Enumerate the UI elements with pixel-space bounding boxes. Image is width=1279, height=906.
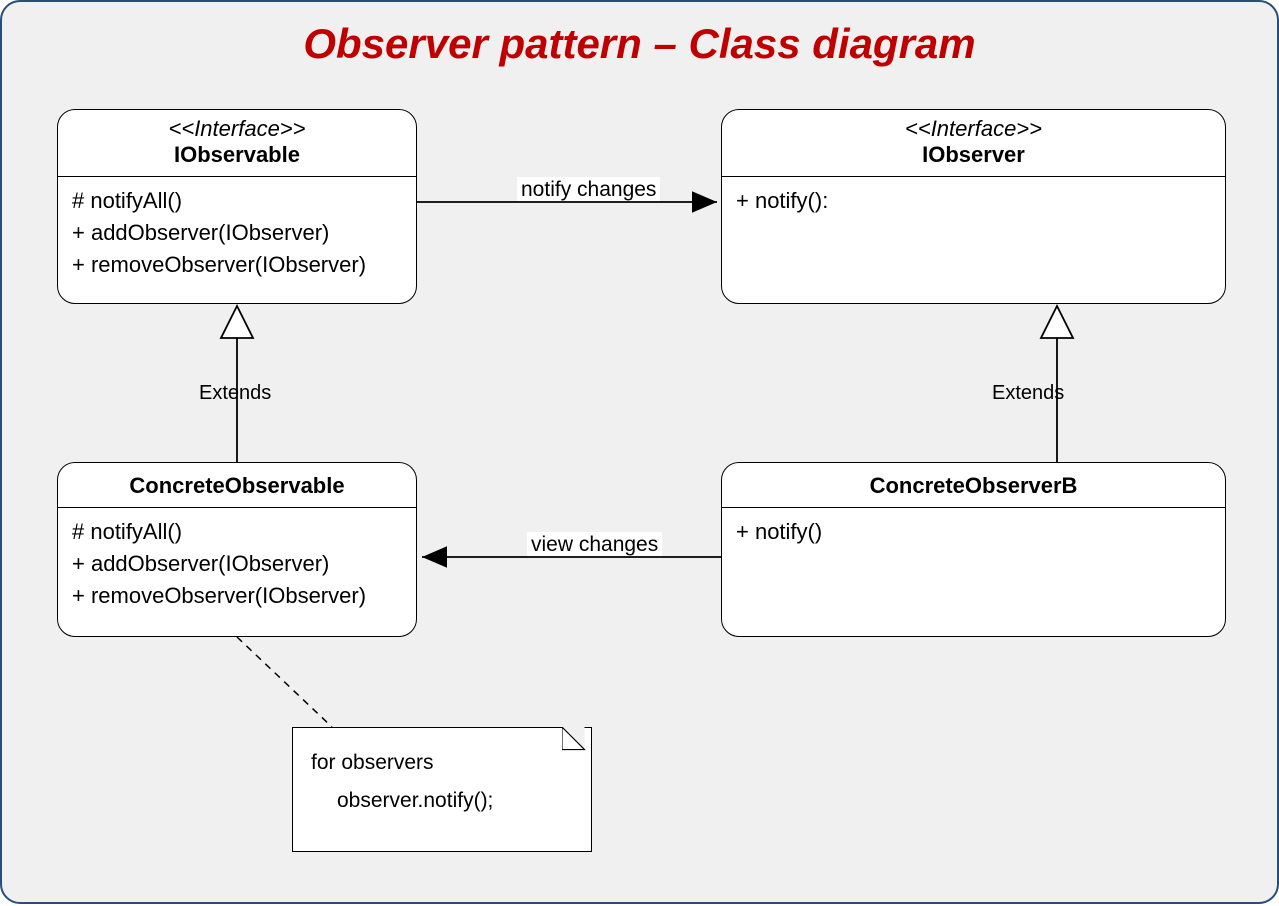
relation-notify-label: notify changes [517, 177, 660, 203]
class-members: # notifyAll() + addObserver(IObserver) +… [58, 177, 416, 293]
note-line: for observers [311, 744, 573, 782]
generalization-left-arrow [221, 306, 253, 338]
class-members: # notifyAll() + addObserver(IObserver) +… [58, 508, 416, 624]
class-name-label: IObservable [68, 142, 406, 168]
class-members: + notify(): [722, 177, 1225, 229]
class-concreteobservable: ConcreteObservable # notifyAll() + addOb… [57, 462, 417, 637]
relation-view-label: view changes [527, 532, 662, 558]
note-anchor [237, 637, 332, 727]
diagram-frame: Observer pattern – Class diagram <<Inter… [0, 0, 1279, 904]
stereotype-label: <<Interface>> [68, 116, 406, 142]
generalization-right-arrow [1041, 306, 1073, 338]
class-name-label: ConcreteObserverB [732, 473, 1215, 499]
extends-left-label: Extends [199, 382, 271, 405]
uml-note: for observers observer.notify(); [292, 727, 592, 852]
class-header: <<Interface>> IObserver [722, 110, 1225, 177]
note-text: for observers observer.notify(); [293, 728, 591, 838]
class-concreteobserverb: ConcreteObserverB + notify() [721, 462, 1226, 637]
stereotype-label: <<Interface>> [732, 116, 1215, 142]
class-name-label: IObserver [732, 142, 1215, 168]
class-iobserver: <<Interface>> IObserver + notify(): [721, 109, 1226, 304]
note-line: observer.notify(); [311, 782, 573, 820]
class-header: ConcreteObservable [58, 463, 416, 508]
diagram-title: Observer pattern – Class diagram [2, 20, 1277, 68]
class-iobservable: <<Interface>> IObservable # notifyAll() … [57, 109, 417, 304]
class-header: <<Interface>> IObservable [58, 110, 416, 177]
extends-right-label: Extends [992, 382, 1064, 405]
class-name-label: ConcreteObservable [68, 473, 406, 499]
class-members: + notify() [722, 508, 1225, 560]
class-header: ConcreteObserverB [722, 463, 1225, 508]
